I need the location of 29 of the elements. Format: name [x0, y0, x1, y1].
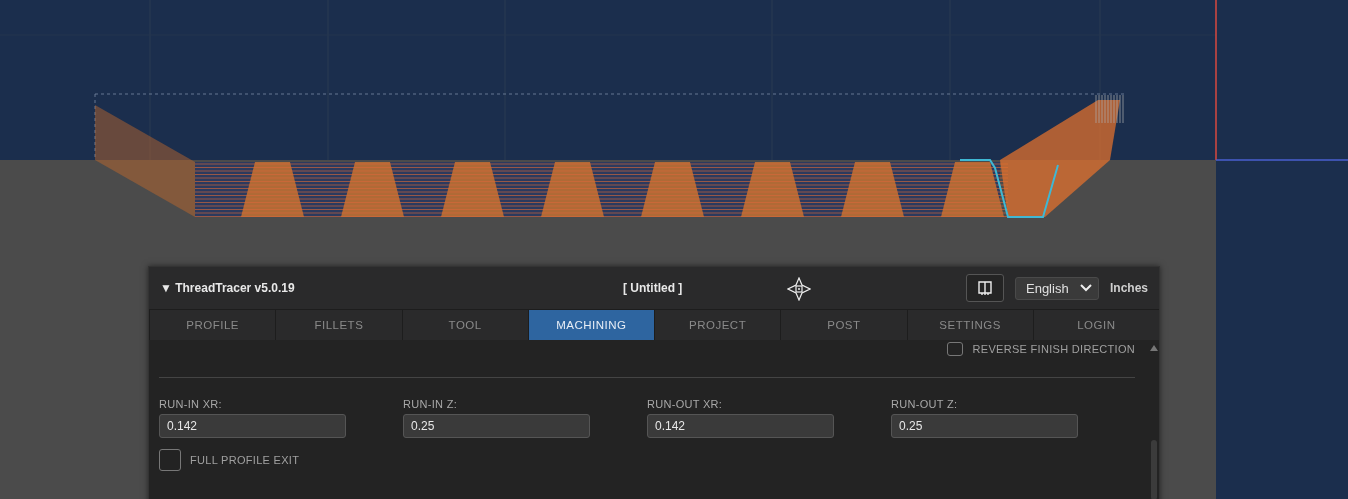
- tab[interactable]: POST: [780, 310, 907, 340]
- input-field[interactable]: 0.142: [159, 414, 346, 438]
- units-label: Inches: [1110, 281, 1148, 295]
- input-field[interactable]: 0.142: [647, 414, 834, 438]
- language-select[interactable]: English: [1015, 276, 1099, 300]
- tab[interactable]: TOOL: [401, 310, 528, 340]
- tab[interactable]: PROJECT: [654, 310, 781, 340]
- checkbox-label: REVERSE FINISH DIRECTION: [972, 343, 1135, 355]
- app-title[interactable]: ▼ ThreadTracer v5.0.19: [160, 281, 295, 295]
- chevron-down-icon: [1080, 284, 1092, 292]
- checkbox[interactable]: [159, 449, 181, 471]
- document-name: [ Untitled ]: [623, 281, 683, 295]
- tab[interactable]: MACHINING: [527, 310, 654, 340]
- move-icon[interactable]: [787, 277, 811, 301]
- tab[interactable]: SETTINGS: [906, 310, 1033, 340]
- manual-button[interactable]: [966, 274, 1004, 302]
- book-icon: [977, 280, 993, 296]
- input-field[interactable]: 0.25: [891, 414, 1078, 438]
- tab[interactable]: LOGIN: [1032, 310, 1159, 340]
- field-label: RUN-IN XR:: [159, 398, 223, 410]
- field-label: RUN-OUT Z:: [891, 398, 959, 410]
- input-field[interactable]: 0.25: [403, 414, 590, 438]
- checkbox[interactable]: [946, 342, 963, 356]
- field-label: RUN-OUT XR:: [647, 398, 724, 410]
- checkbox-label: FULL PROFILE EXIT: [190, 454, 300, 466]
- scroll-up-icon[interactable]: [1150, 345, 1158, 351]
- tab[interactable]: PROFILE: [149, 310, 276, 340]
- field-label: RUN-IN Z:: [403, 398, 459, 410]
- tab[interactable]: FILLETS: [275, 310, 402, 340]
